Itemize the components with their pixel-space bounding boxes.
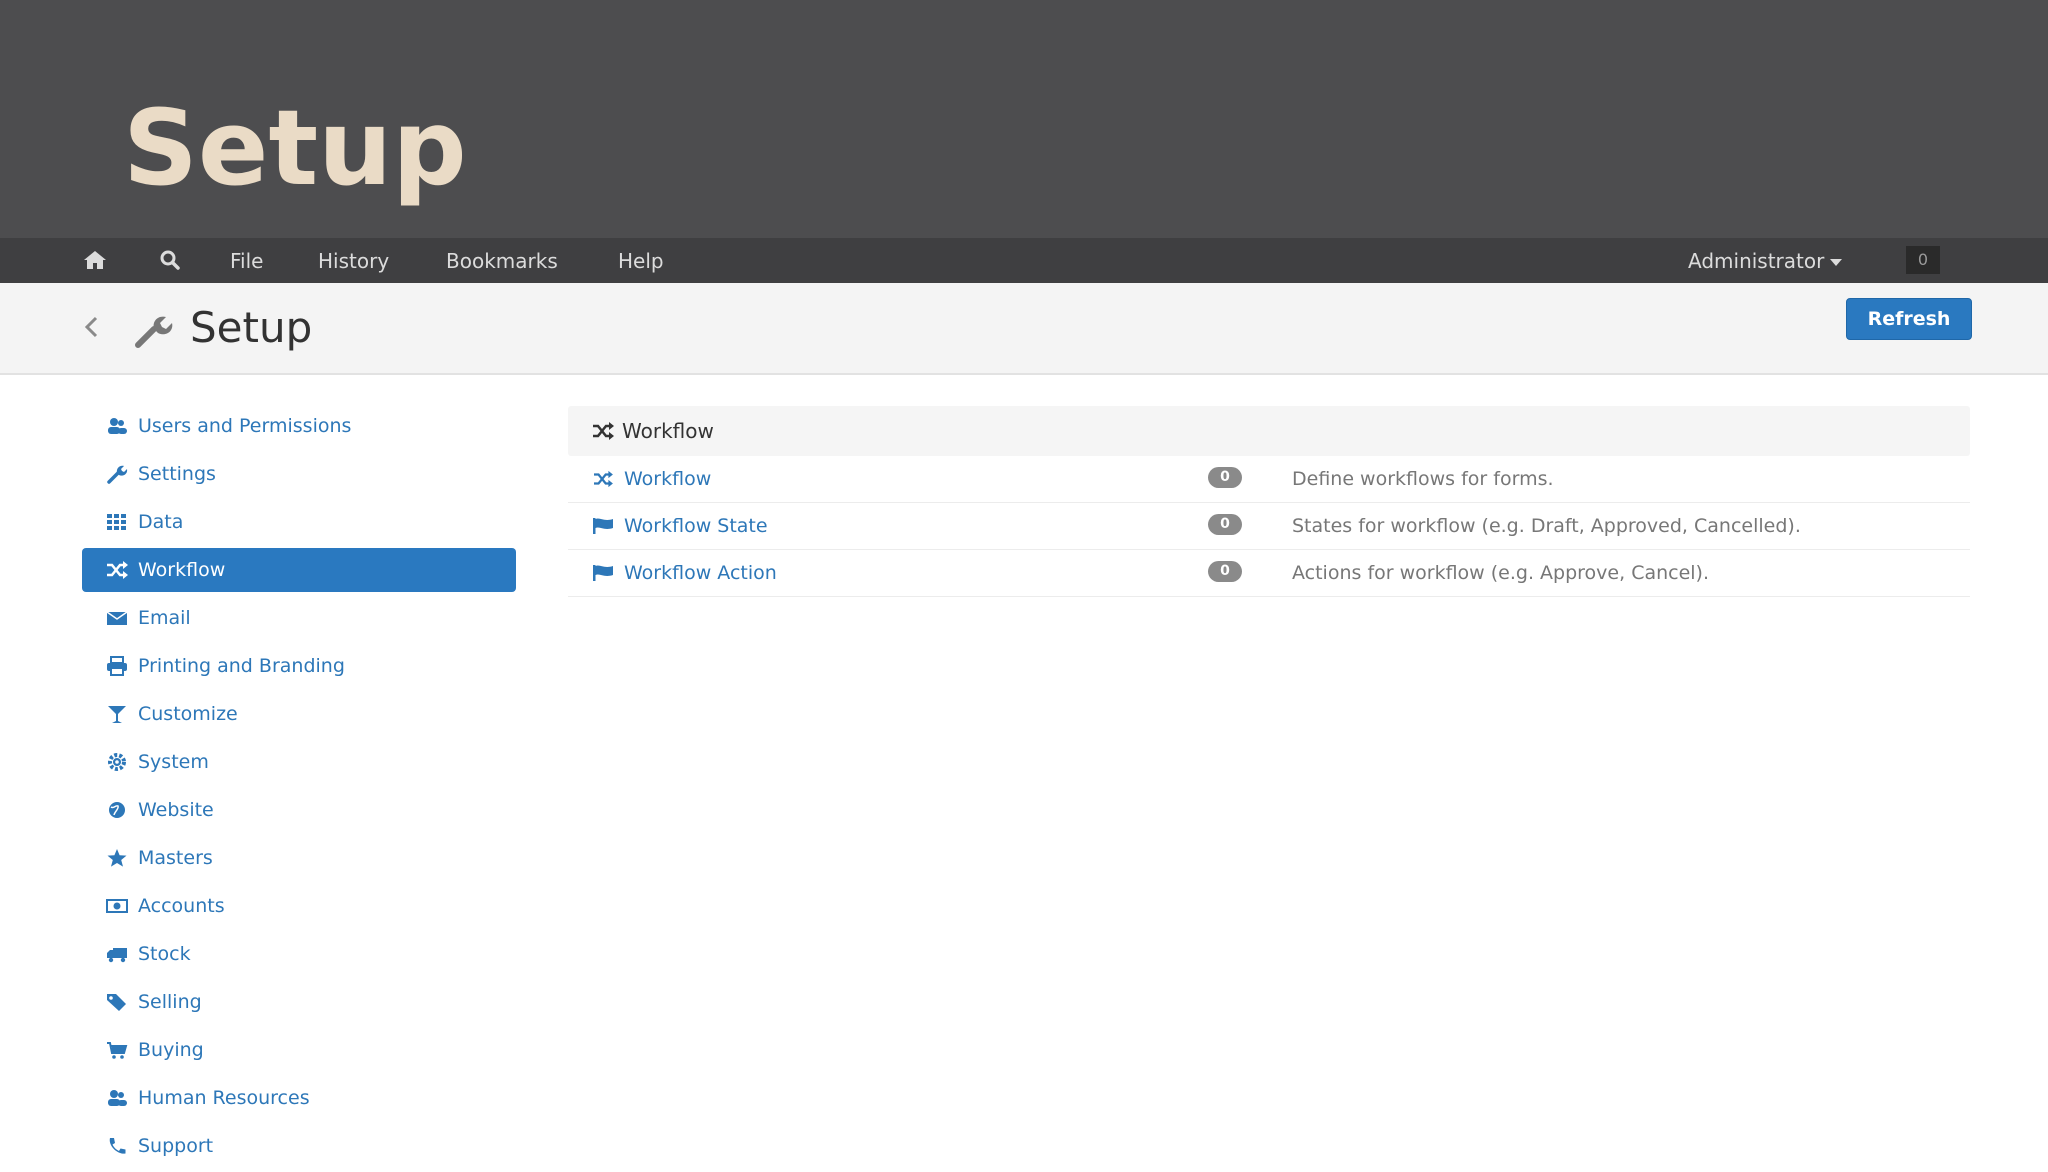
sidebar-item-masters[interactable]: Masters (82, 836, 516, 880)
count-badge: 0 (1208, 467, 1242, 488)
wrench-icon (135, 316, 173, 348)
row-description: Define workflows for forms. (1292, 468, 1554, 490)
sidebar-item-printing-and-branding[interactable]: Printing and Branding (82, 644, 516, 688)
menu-history[interactable]: History (318, 249, 389, 273)
sidebar-item-settings[interactable]: Settings (82, 452, 516, 496)
sidebar-item-label: Human Resources (138, 1087, 310, 1109)
sidebar-item-label: Selling (138, 991, 202, 1013)
user-name: Administrator (1688, 249, 1825, 273)
sidebar-item-buying[interactable]: Buying (82, 1028, 516, 1072)
sidebar-item-label: Data (138, 511, 184, 533)
menu-help[interactable]: Help (618, 249, 664, 273)
sidebar-item-label: Buying (138, 1039, 204, 1061)
shuffle-icon (107, 561, 128, 579)
sidebar-item-label: Support (138, 1135, 214, 1157)
back-chevron-icon[interactable] (80, 313, 104, 341)
shuffle-icon (593, 422, 614, 440)
sidebar-item-label: Users and Permissions (138, 415, 352, 437)
workflow-link[interactable]: Workflow (624, 468, 711, 490)
truck-icon (107, 948, 127, 963)
sidebar-item-support[interactable]: Support (82, 1124, 516, 1168)
flag-icon (593, 565, 613, 581)
flag-icon (593, 518, 613, 534)
panel-header: Workflow (568, 406, 1970, 456)
sidebar-item-label: Workflow (138, 559, 226, 581)
money-icon (106, 899, 128, 913)
glass-icon (108, 706, 126, 723)
count-badge: 0 (1208, 561, 1242, 582)
cog-icon (108, 753, 126, 771)
sidebar-item-label: Stock (138, 943, 191, 965)
sidebar-item-accounts[interactable]: Accounts (82, 884, 516, 928)
table-row: Workflow 0 Define workflows for forms. (568, 456, 1970, 503)
print-icon (107, 656, 127, 676)
notification-count[interactable]: 0 (1906, 246, 1940, 274)
chevron-down-icon (1830, 259, 1843, 266)
menu-bookmarks[interactable]: Bookmarks (446, 249, 558, 273)
refresh-button[interactable]: Refresh (1846, 298, 1972, 340)
sidebar-item-label: Printing and Branding (138, 655, 345, 677)
star-icon (107, 849, 127, 867)
count-badge: 0 (1208, 514, 1242, 535)
slide-header: Setup (0, 0, 2048, 238)
workflow-action-link[interactable]: Workflow Action (624, 562, 777, 584)
sidebar-item-selling[interactable]: Selling (82, 980, 516, 1024)
phone-icon (109, 1138, 126, 1154)
row-description: Actions for workflow (e.g. Approve, Canc… (1292, 562, 1710, 584)
sidebar-item-label: Website (138, 799, 214, 821)
sidebar-item-label: Email (138, 607, 191, 629)
users-icon (108, 1090, 127, 1106)
grid-icon (107, 514, 126, 530)
sidebar-item-human-resources[interactable]: Human Resources (82, 1076, 516, 1120)
users-icon (108, 418, 127, 434)
sidebar-item-workflow[interactable]: Workflow (82, 548, 516, 592)
sidebar-item-label: Settings (138, 463, 216, 485)
user-menu[interactable]: Administrator (1688, 249, 1843, 273)
search-icon[interactable] (158, 249, 182, 271)
sidebar-item-stock[interactable]: Stock (82, 932, 516, 976)
cart-icon (107, 1042, 128, 1059)
tag-icon (107, 994, 126, 1011)
table-row: Workflow Action 0 Actions for workflow (… (568, 550, 1970, 597)
workflow-panel: Workflow Workflow 0 Define workflows for… (568, 406, 1970, 597)
menu-file[interactable]: File (230, 249, 263, 273)
shuffle-icon (594, 470, 613, 488)
sidebar-item-label: Accounts (138, 895, 225, 917)
sidebar-item-email[interactable]: Email (82, 596, 516, 640)
sidebar: Users and Permissions Settings Data Work… (82, 404, 516, 1172)
sidebar-item-label: Customize (138, 703, 238, 725)
sidebar-item-system[interactable]: System (82, 740, 516, 784)
sidebar-item-label: Masters (138, 847, 213, 869)
panel-title: Workflow (622, 419, 714, 443)
sidebar-item-users-and-permissions[interactable]: Users and Permissions (82, 404, 516, 448)
home-icon[interactable] (83, 249, 107, 271)
table-row: Workflow State 0 States for workflow (e.… (568, 503, 1970, 550)
sidebar-item-website[interactable]: Website (82, 788, 516, 832)
sidebar-item-data[interactable]: Data (82, 500, 516, 544)
top-navbar: File History Bookmarks Help Administrato… (0, 238, 2048, 283)
page-title: Setup (190, 303, 313, 352)
globe-icon (109, 802, 125, 818)
sidebar-item-customize[interactable]: Customize (82, 692, 516, 736)
slide-title: Setup (123, 87, 467, 209)
page-header: Setup Refresh (0, 283, 2048, 375)
envelope-icon (106, 611, 128, 625)
sidebar-item-label: System (138, 751, 209, 773)
workflow-state-link[interactable]: Workflow State (624, 515, 768, 537)
row-description: States for workflow (e.g. Draft, Approve… (1292, 515, 1801, 537)
wrench-icon (107, 465, 128, 484)
